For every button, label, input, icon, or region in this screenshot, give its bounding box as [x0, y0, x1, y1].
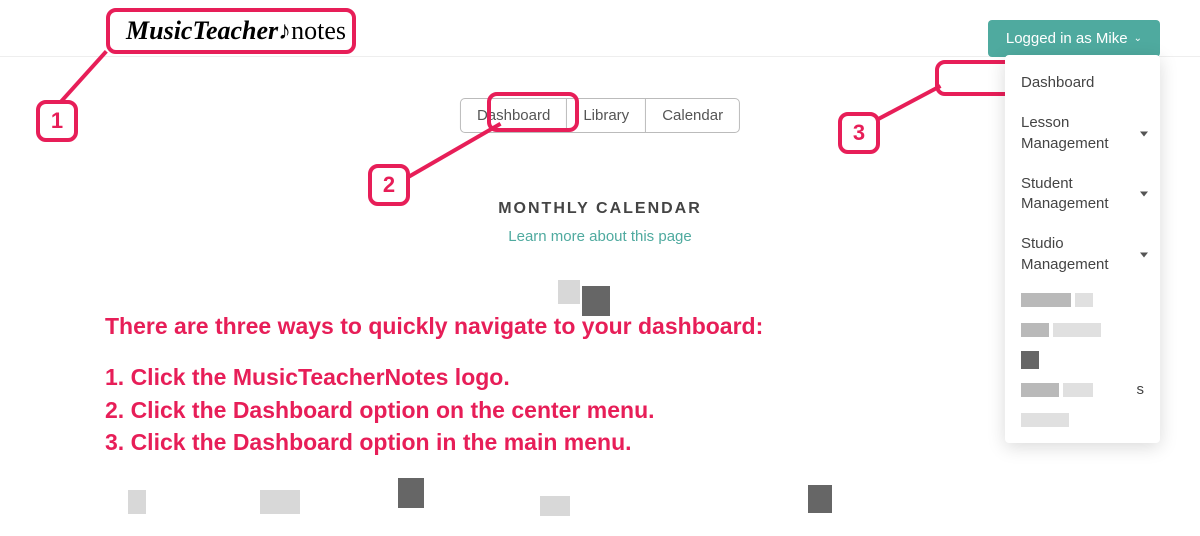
dropdown-redacted-item[interactable]	[1005, 285, 1160, 315]
page-title: MONTHLY CALENDAR	[498, 200, 702, 218]
calendar-bg-block	[260, 490, 300, 514]
dropdown-item-studio-management[interactable]: Studio Management	[1005, 224, 1160, 285]
annotation-text-block: There are three ways to quickly navigate…	[105, 312, 763, 461]
dropdown-redacted-item[interactable]	[1005, 405, 1160, 435]
tab-calendar[interactable]: Calendar	[646, 99, 739, 132]
annotation-step-3: 3. Click the Dashboard option in the mai…	[105, 428, 763, 457]
dropdown-redacted-item[interactable]	[1005, 315, 1160, 345]
dropdown-item-label: Studio Management	[1021, 235, 1109, 272]
dropdown-item-lesson-management[interactable]: Lesson Management	[1005, 103, 1160, 164]
annotation-intro: There are three ways to quickly navigate…	[105, 312, 763, 341]
logo-main-text: MusicTeacher	[126, 16, 278, 45]
dropdown-item-student-management[interactable]: Student Management	[1005, 164, 1160, 225]
annotation-number-3: 3	[838, 112, 880, 154]
calendar-bg-block	[398, 478, 424, 508]
calendar-bg-block	[558, 280, 580, 304]
login-menu-button[interactable]: Logged in as Mike ⌄	[988, 20, 1160, 57]
dropdown-item-label: Dashboard	[1021, 74, 1094, 91]
dropdown-item-dashboard[interactable]: Dashboard	[1005, 63, 1160, 103]
logo-accent-text: ♪notes	[278, 16, 346, 45]
user-dropdown-menu: Dashboard Lesson Management Student Mana…	[1005, 55, 1160, 443]
annotation-connector	[58, 50, 108, 105]
dropdown-redacted-item[interactable]	[1005, 345, 1160, 375]
tab-library[interactable]: Library	[567, 99, 646, 132]
annotation-step-2: 2. Click the Dashboard option on the cen…	[105, 396, 763, 425]
logo[interactable]: MusicTeacher♪notes	[118, 14, 354, 48]
login-label: Logged in as Mike	[1006, 30, 1128, 47]
annotation-number-1: 1	[36, 100, 78, 142]
dropdown-item-label: Lesson Management	[1021, 114, 1109, 151]
caret-down-icon	[1140, 192, 1148, 197]
annotation-number-2: 2	[368, 164, 410, 206]
annotation-connector	[876, 84, 941, 121]
annotation-step-1: 1. Click the MusicTeacherNotes logo.	[105, 363, 763, 392]
dropdown-redacted-item[interactable]: s	[1005, 375, 1160, 405]
annotation-connector	[406, 122, 502, 179]
calendar-bg-block	[540, 496, 570, 516]
tab-dashboard[interactable]: Dashboard	[461, 99, 567, 132]
caret-down-icon	[1140, 252, 1148, 257]
dropdown-trailing-text: s	[1137, 381, 1145, 398]
calendar-bg-block	[808, 485, 832, 513]
calendar-bg-block	[128, 490, 146, 514]
chevron-down-icon: ⌄	[1134, 33, 1142, 44]
caret-down-icon	[1140, 131, 1148, 136]
center-tab-group: Dashboard Library Calendar	[460, 98, 740, 133]
learn-more-link[interactable]: Learn more about this page	[508, 228, 691, 245]
dropdown-item-label: Student Management	[1021, 175, 1109, 212]
